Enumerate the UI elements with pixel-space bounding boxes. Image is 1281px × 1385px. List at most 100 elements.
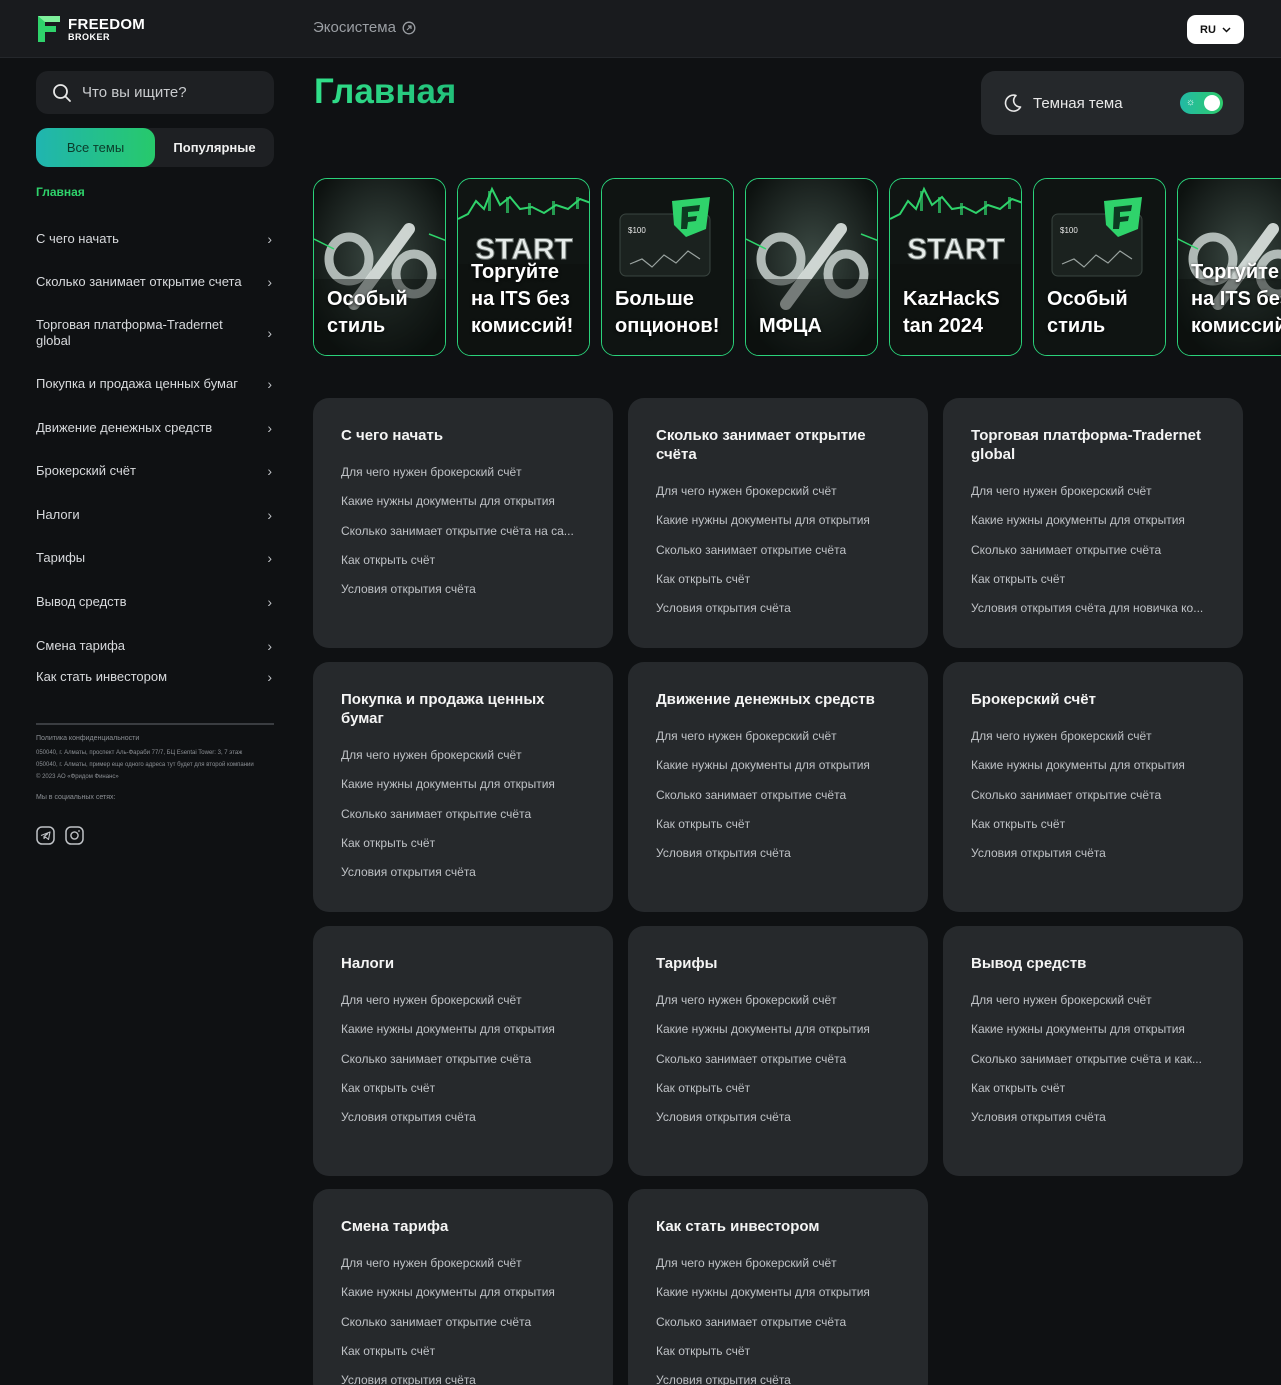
topic-card-link[interactable]: Условия открытия счёта bbox=[971, 1109, 1215, 1125]
topic-card-link[interactable]: Какие нужны документы для открытия bbox=[341, 1021, 585, 1037]
topic-card-link[interactable]: Условия открытия счёта bbox=[341, 581, 585, 597]
topic-card-link[interactable]: Сколько занимает открытие счёта bbox=[341, 1314, 585, 1330]
sidebar-item-securities[interactable]: Покупка и продажа ценных бумаг › bbox=[36, 362, 274, 406]
search-box[interactable] bbox=[36, 71, 274, 114]
topic-card-link[interactable]: Условия открытия счёта bbox=[656, 600, 900, 616]
topic-card-link[interactable]: Условия открытия счёта bbox=[656, 1372, 900, 1385]
ecosystem-link[interactable]: Экосистема bbox=[313, 19, 416, 36]
topic-card-link[interactable]: Условия открытия счёта bbox=[971, 845, 1215, 861]
topic-card-link[interactable]: Сколько занимает открытие счёта bbox=[971, 542, 1215, 558]
topic-card-link[interactable]: Для чего нужен брокерский счёт bbox=[341, 464, 585, 480]
topic-card-title[interactable]: Как стать инвестором bbox=[656, 1217, 900, 1236]
story-card[interactable]: START Торгуйте на ITS без комиссий! bbox=[457, 178, 590, 356]
topic-card-title[interactable]: Движение денежных средств bbox=[656, 690, 900, 709]
topic-card-link[interactable]: Для чего нужен брокерский счёт bbox=[971, 483, 1215, 499]
topic-card-link[interactable]: Какие нужны документы для открытия bbox=[971, 512, 1215, 528]
topic-card-link[interactable]: Как открыть счёт bbox=[971, 571, 1215, 587]
topic-card-link[interactable]: Какие нужны документы для открытия bbox=[341, 493, 585, 509]
topic-card-link[interactable]: Сколько занимает открытие счёта bbox=[656, 787, 900, 803]
instagram-icon[interactable] bbox=[65, 826, 84, 845]
topic-card-link[interactable]: Сколько занимает открытие счёта на са... bbox=[341, 523, 585, 539]
topic-card[interactable]: С чего начать Для чего нужен брокерский с… bbox=[313, 398, 613, 648]
story-card[interactable]: START KazHackS tan 2024 bbox=[889, 178, 1022, 356]
sidebar-item-getting-started[interactable]: С чего начать › bbox=[36, 217, 274, 261]
topic-card[interactable]: Смена тарифа Для чего нужен брокерский сч… bbox=[313, 1189, 613, 1385]
story-card[interactable]: Особый стиль bbox=[313, 178, 446, 356]
topic-card-link[interactable]: Какие нужны документы для открытия bbox=[656, 512, 900, 528]
topic-card-title[interactable]: С чего начать bbox=[341, 426, 585, 445]
filter-popular[interactable]: Популярные bbox=[155, 128, 274, 167]
story-card[interactable]: $100 Особый стиль bbox=[1033, 178, 1166, 356]
topic-card[interactable]: Покупка и продажа ценных бумаг Для чего н… bbox=[313, 662, 613, 912]
topic-card-link[interactable]: Для чего нужен брокерский счёт bbox=[656, 728, 900, 744]
freedom-broker-logo[interactable]: FREEDOM BROKER bbox=[36, 14, 145, 44]
topic-card-link[interactable]: Условия открытия счёта bbox=[341, 1109, 585, 1125]
topic-card-link[interactable]: Сколько занимает открытие счёта bbox=[341, 1051, 585, 1067]
topic-card[interactable]: Торговая платформа-Tradernet global Для ч… bbox=[943, 398, 1243, 648]
topic-card-link[interactable]: Как открыть счёт bbox=[971, 1080, 1215, 1096]
topic-card[interactable]: Как стать инвестором Для чего нужен броке… bbox=[628, 1189, 928, 1385]
topic-card-link[interactable]: Для чего нужен брокерский счёт bbox=[656, 992, 900, 1008]
topic-card-link[interactable]: Сколько занимает открытие счёта bbox=[656, 1314, 900, 1330]
topic-card-link[interactable]: Условия открытия счёта для новичка ко... bbox=[971, 600, 1215, 616]
topic-card-link[interactable]: Сколько занимает открытие счёта bbox=[971, 787, 1215, 803]
sidebar-item-tradernet[interactable]: Торговая платформа-Tradernet global › bbox=[36, 304, 274, 362]
topic-card-link[interactable]: Условия открытия счёта bbox=[656, 845, 900, 861]
topic-card-title[interactable]: Налоги bbox=[341, 954, 585, 973]
topic-card[interactable]: Вывод средств Для чего нужен брокерский с… bbox=[943, 926, 1243, 1176]
topic-card-link[interactable]: Сколько занимает открытие счёта bbox=[656, 1051, 900, 1067]
language-selector[interactable]: RU bbox=[1187, 15, 1244, 44]
topic-card-link[interactable]: Для чего нужен брокерский счёт bbox=[971, 992, 1215, 1008]
topic-card-link[interactable]: Для чего нужен брокерский счёт bbox=[341, 992, 585, 1008]
topic-card-link[interactable]: Для чего нужен брокерский счёт bbox=[341, 747, 585, 763]
topic-card-link[interactable]: Какие нужны документы для открытия bbox=[971, 1021, 1215, 1037]
telegram-icon[interactable] bbox=[36, 826, 55, 845]
topic-card[interactable]: Движение денежных средств Для чего нужен … bbox=[628, 662, 928, 912]
topic-card-link[interactable]: Сколько занимает открытие счёта bbox=[656, 542, 900, 558]
topic-card-link[interactable]: Условия открытия счёта bbox=[341, 1372, 585, 1385]
dark-theme-toggle[interactable]: ☼ bbox=[1180, 92, 1223, 114]
topic-card[interactable]: Налоги Для чего нужен брокерский счёт Каки… bbox=[313, 926, 613, 1176]
topic-card-title[interactable]: Брокерский счёт bbox=[971, 690, 1215, 709]
topic-card-link[interactable]: Условия открытия счёта bbox=[341, 864, 585, 880]
topic-card-title[interactable]: Торговая платформа-Tradernet global bbox=[971, 426, 1215, 464]
story-card[interactable]: МФЦА bbox=[745, 178, 878, 356]
privacy-policy-link[interactable]: Политика конфиденциальности bbox=[36, 733, 274, 744]
sidebar-item-change-tariff[interactable]: Смена тарифа › bbox=[36, 624, 274, 668]
topic-card[interactable]: Тарифы Для чего нужен брокерский счёт Каки… bbox=[628, 926, 928, 1176]
topic-card-link[interactable]: Для чего нужен брокерский счёт bbox=[341, 1255, 585, 1271]
topic-card-link[interactable]: Сколько занимает открытие счёта и как... bbox=[971, 1051, 1215, 1067]
topic-card-link[interactable]: Как открыть счёт bbox=[341, 835, 585, 851]
topic-card-link[interactable]: Какие нужны документы для открытия bbox=[341, 1284, 585, 1300]
topic-card-link[interactable]: Как открыть счёт bbox=[341, 1080, 585, 1096]
topic-card-link[interactable]: Какие нужны документы для открытия bbox=[341, 776, 585, 792]
topic-card-link[interactable]: Сколько занимает открытие счёта bbox=[341, 806, 585, 822]
story-card[interactable]: Торгуйте на ITS без комиссий! bbox=[1177, 178, 1281, 356]
topic-card-link[interactable]: Как открыть счёт bbox=[341, 552, 585, 568]
topic-card-link[interactable]: Какие нужны документы для открытия bbox=[656, 757, 900, 773]
sidebar-item-tariffs[interactable]: Тарифы › bbox=[36, 537, 274, 581]
topic-card-link[interactable]: Какие нужны документы для открытия bbox=[656, 1021, 900, 1037]
topic-card-link[interactable]: Как открыть счёт bbox=[971, 816, 1215, 832]
topic-card-link[interactable]: Как открыть счёт bbox=[341, 1343, 585, 1359]
topic-card-link[interactable]: Для чего нужен брокерский счёт bbox=[971, 728, 1215, 744]
sidebar-item-brokerage-account[interactable]: Брокерский счёт › bbox=[36, 449, 274, 493]
search-input[interactable] bbox=[82, 84, 252, 101]
topic-card-title[interactable]: Вывод средств bbox=[971, 954, 1215, 973]
story-card[interactable]: $100 Больше опционов! bbox=[601, 178, 734, 356]
sidebar-item-account-opening-time[interactable]: Сколько занимает открытие счета › bbox=[36, 261, 274, 305]
topic-card-title[interactable]: Сколько занимает открытие счёта bbox=[656, 426, 900, 464]
topic-card-link[interactable]: Условия открытия счёта bbox=[656, 1109, 900, 1125]
topic-card-title[interactable]: Смена тарифа bbox=[341, 1217, 585, 1236]
topic-card-link[interactable]: Как открыть счёт bbox=[656, 1343, 900, 1359]
topic-card-link[interactable]: Для чего нужен брокерский счёт bbox=[656, 483, 900, 499]
topic-card-link[interactable]: Для чего нужен брокерский счёт bbox=[656, 1255, 900, 1271]
topic-card[interactable]: Сколько занимает открытие счёта Для чего … bbox=[628, 398, 928, 648]
sidebar-item-money-movement[interactable]: Движение денежных средств › bbox=[36, 406, 274, 450]
topic-card-link[interactable]: Как открыть счёт bbox=[656, 816, 900, 832]
topic-card-link[interactable]: Как открыть счёт bbox=[656, 571, 900, 587]
sidebar-item-taxes[interactable]: Налоги › bbox=[36, 493, 274, 537]
filter-all-topics[interactable]: Все темы bbox=[36, 128, 155, 167]
sidebar-item-home[interactable]: Главная bbox=[36, 184, 274, 217]
topic-card-link[interactable]: Какие нужны документы для открытия bbox=[656, 1284, 900, 1300]
